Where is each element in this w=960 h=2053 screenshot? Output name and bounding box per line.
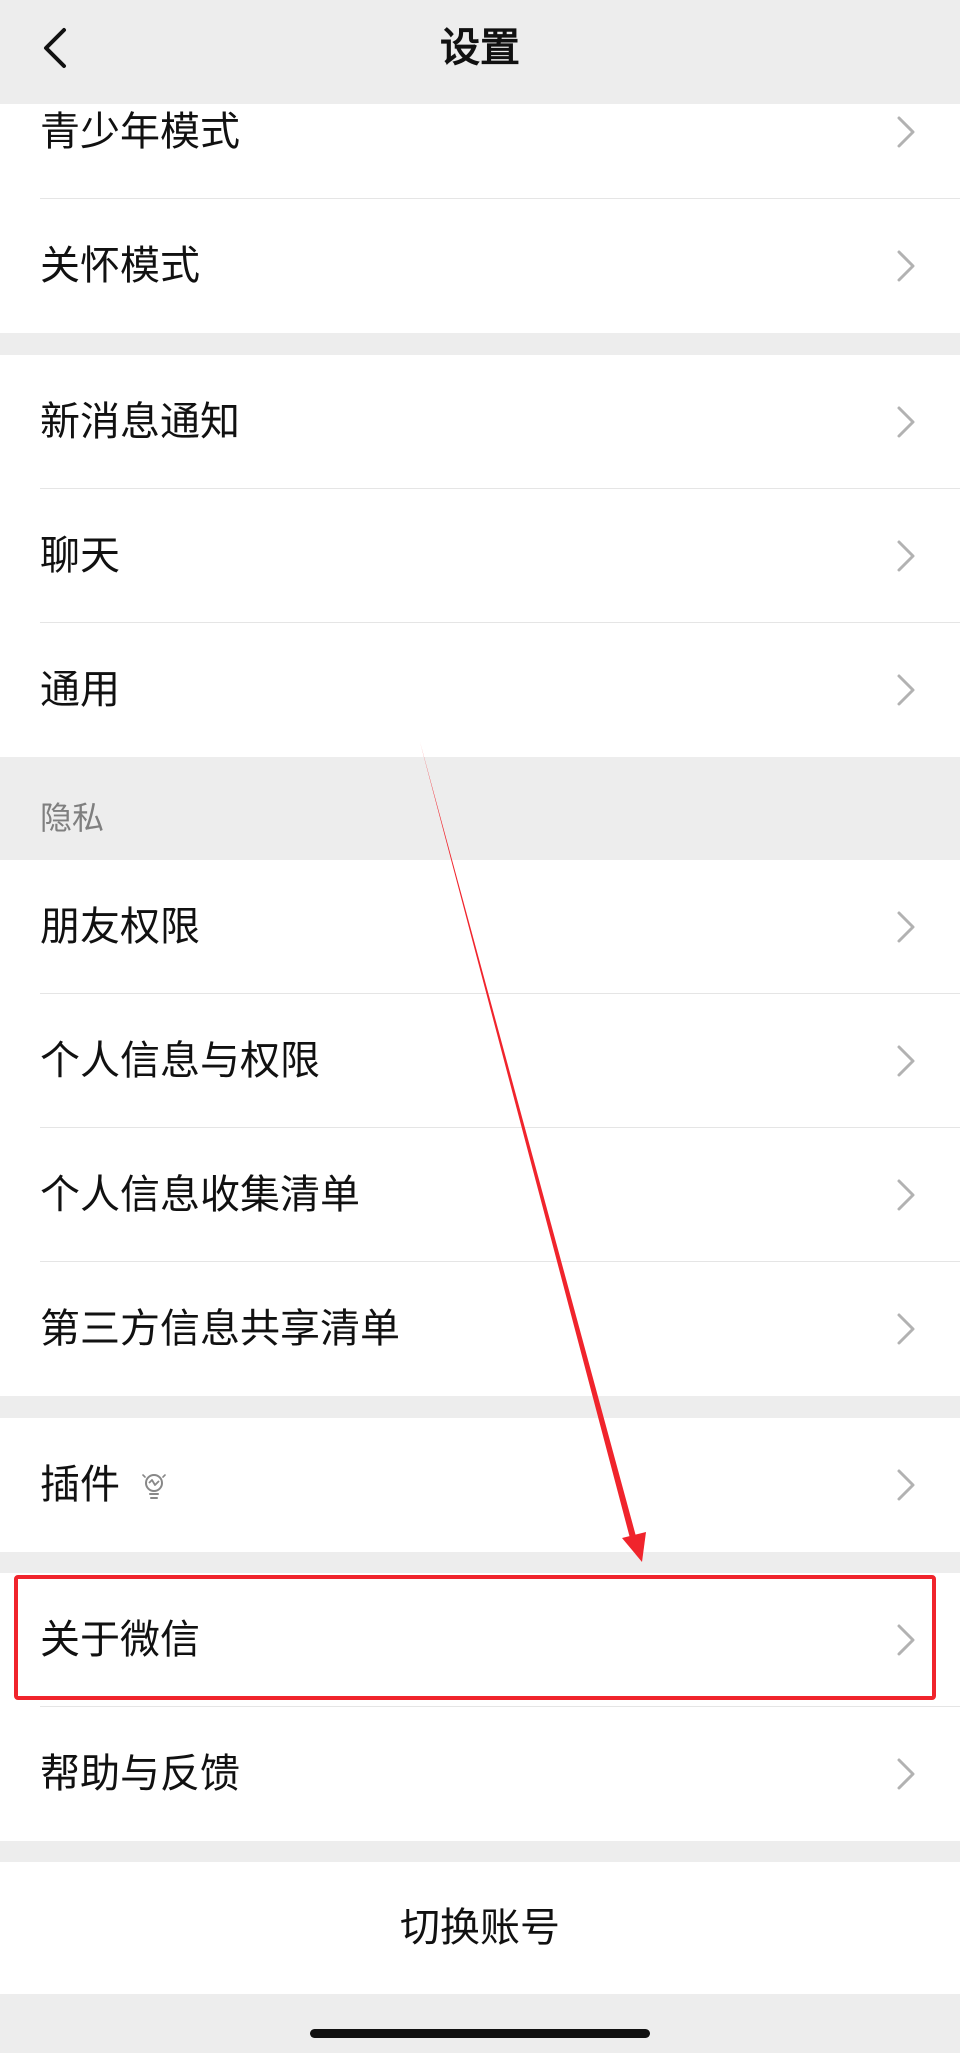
- settings-item-third-party-sharing[interactable]: 第三方信息共享清单: [0, 1262, 960, 1396]
- settings-item-personal-info-collection[interactable]: 个人信息收集清单: [0, 1128, 960, 1262]
- chevron-right-icon: [897, 1313, 915, 1345]
- settings-group-privacy: 朋友权限 个人信息与权限 个人信息收集清单 第三方信息共享清单: [0, 860, 960, 1396]
- settings-item-label: 帮助与反馈: [40, 1751, 240, 1797]
- chevron-right-icon: [897, 406, 915, 438]
- chevron-right-icon: [897, 1758, 915, 1790]
- settings-item-label: 个人信息收集清单: [40, 1172, 360, 1218]
- chevron-right-icon: [897, 1179, 915, 1211]
- settings-group-modes: 青少年模式 关怀模式: [0, 65, 960, 333]
- settings-item-chat[interactable]: 聊天: [0, 489, 960, 623]
- chevron-right-icon: [897, 250, 915, 282]
- settings-item-label: 个人信息与权限: [40, 1038, 320, 1084]
- chevron-right-icon: [897, 540, 915, 572]
- settings-item-personal-info-permissions[interactable]: 个人信息与权限: [0, 994, 960, 1128]
- settings-item-friend-permissions[interactable]: 朋友权限: [0, 860, 960, 994]
- settings-item-help-feedback[interactable]: 帮助与反馈: [0, 1707, 960, 1841]
- chevron-right-icon: [897, 1045, 915, 1077]
- settings-item-label: 聊天: [40, 533, 120, 579]
- settings-group-general: 新消息通知 聊天 通用: [0, 355, 960, 757]
- chevron-right-icon: [897, 911, 915, 943]
- settings-item-plugins[interactable]: 插件: [0, 1418, 960, 1552]
- highlight-box: [14, 1575, 936, 1700]
- settings-group-plugins: 插件: [0, 1418, 960, 1552]
- nav-bar: 设置: [0, 0, 960, 104]
- chevron-right-icon: [897, 674, 915, 706]
- settings-item-care-mode[interactable]: 关怀模式: [0, 199, 960, 333]
- chevron-right-icon: [897, 116, 915, 148]
- switch-account-button[interactable]: 切换账号: [0, 1862, 960, 1994]
- page-title: 设置: [440, 25, 520, 71]
- settings-item-label: 关怀模式: [40, 243, 200, 289]
- settings-item-label: 新消息通知: [40, 399, 240, 445]
- chevron-right-icon: [897, 1469, 915, 1501]
- settings-item-general[interactable]: 通用: [0, 623, 960, 757]
- settings-item-label: 朋友权限: [40, 904, 200, 950]
- section-title-privacy: 隐私: [40, 799, 105, 837]
- settings-item-notifications[interactable]: 新消息通知: [0, 355, 960, 489]
- home-indicator: [310, 2029, 650, 2038]
- settings-item-label: 第三方信息共享清单: [40, 1306, 400, 1352]
- settings-item-label: 插件: [40, 1462, 120, 1508]
- settings-item-label: 通用: [40, 667, 120, 713]
- lightbulb-icon: [142, 1474, 166, 1499]
